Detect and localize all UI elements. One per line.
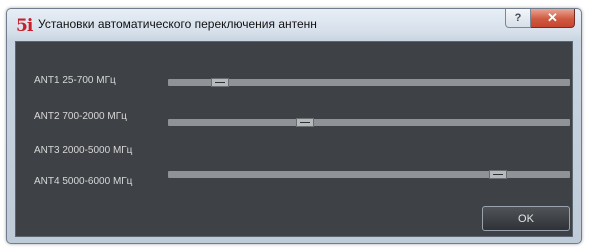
antenna-slider-ant2[interactable] <box>168 118 570 127</box>
app-logo-icon: 5i <box>16 16 33 36</box>
ok-button-label: OK <box>518 212 534 225</box>
window-title: Установки автоматического переключения а… <box>38 17 317 31</box>
slider-thumb[interactable] <box>488 170 507 179</box>
antenna-label: ANT1 25-700 МГц <box>34 75 116 86</box>
antenna-row-ant1: ANT1 25-700 МГц <box>16 70 572 94</box>
settings-dialog: 5i Установки автоматического переключени… <box>6 8 582 244</box>
slider-thumb[interactable] <box>211 78 230 87</box>
close-button[interactable]: ✕ <box>531 9 575 28</box>
caption-buttons: ? ✕ <box>505 9 575 29</box>
antenna-label: ANT2 700-2000 МГц <box>34 111 127 122</box>
title-bar[interactable]: 5i Установки автоматического переключени… <box>7 9 581 41</box>
help-icon: ? <box>514 12 522 24</box>
help-button[interactable]: ? <box>505 9 531 28</box>
antenna-row-ant4: ANT4 5000-6000 МГц <box>16 168 572 192</box>
antenna-label: ANT4 5000-6000 МГц <box>34 176 133 187</box>
dialog-body: ANT1 25-700 МГц ANT2 700-2000 МГц ANT3 2… <box>15 41 573 237</box>
antenna-label: ANT3 2000-5000 МГц <box>34 145 133 156</box>
antenna-slider-ant4[interactable] <box>168 170 570 179</box>
antenna-slider-ant1[interactable] <box>168 78 570 87</box>
slider-thumb[interactable] <box>295 118 314 127</box>
antenna-row-ant3: ANT3 2000-5000 МГц <box>16 140 572 164</box>
ok-button[interactable]: OK <box>482 206 570 231</box>
close-icon: ✕ <box>547 10 558 25</box>
antenna-row-ant2: ANT2 700-2000 МГц <box>16 106 572 130</box>
